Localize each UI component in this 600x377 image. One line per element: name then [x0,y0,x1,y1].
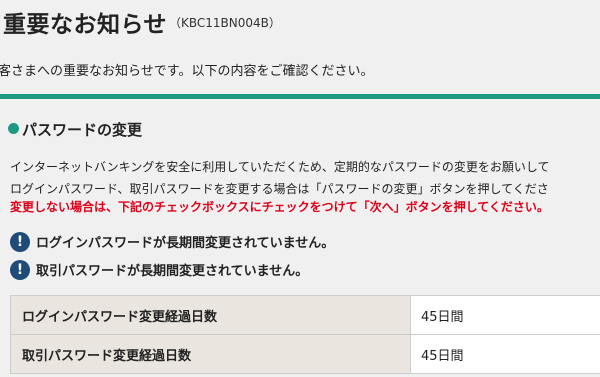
password-age-table: ログインパスワード変更経過日数 45日間 取引パスワード変更経過日数 45日間 [10,295,600,374]
row-label: ログインパスワード変更経過日数 [10,295,411,335]
warning-text: 変更しない場合は、下記のチェックボックスにチェックをつけて「次へ」ボタンを押して… [10,200,549,214]
section-divider [0,94,600,99]
screen-code: （KBC11BN004B） [169,16,281,30]
row-label: 取引パスワード変更経過日数 [10,334,411,374]
table-row: ログインパスワード変更経過日数 45日間 [10,295,600,335]
alert-text: ログインパスワードが長期間変更されていません。 [36,236,335,251]
section-heading: パスワードの変更 [8,119,142,140]
row-value: 45日間 [410,334,600,374]
row-value: 45日間 [410,295,600,335]
table-row: 取引パスワード変更経過日数 45日間 [10,334,600,374]
page-header: 重要なお知らせ （KBC11BN004B） [0,0,600,48]
intro-text: 客さまへの重要なお知らせです。以下の内容をご確認ください。 [0,64,374,79]
alert-transaction-password: ! 取引パスワードが長期間変更されていません。 [10,259,308,280]
bullet-icon [8,123,19,134]
exclamation-icon: ! [10,259,30,280]
page-title: 重要なお知らせ [3,12,168,38]
section-title: パスワードの変更 [22,121,143,139]
body-line-2: ログインパスワード、取引パスワードを変更する場合は「パスワードの変更」ボタンを押… [10,182,549,196]
alert-login-password: ! ログインパスワードが長期間変更されていません。 [10,231,334,252]
alert-text: 取引パスワードが長期間変更されていません。 [36,264,309,279]
exclamation-icon: ! [10,231,30,252]
body-line-1: インターネットバンキングを安全に利用していただくため、定期的なパスワードの変更を… [10,160,550,174]
